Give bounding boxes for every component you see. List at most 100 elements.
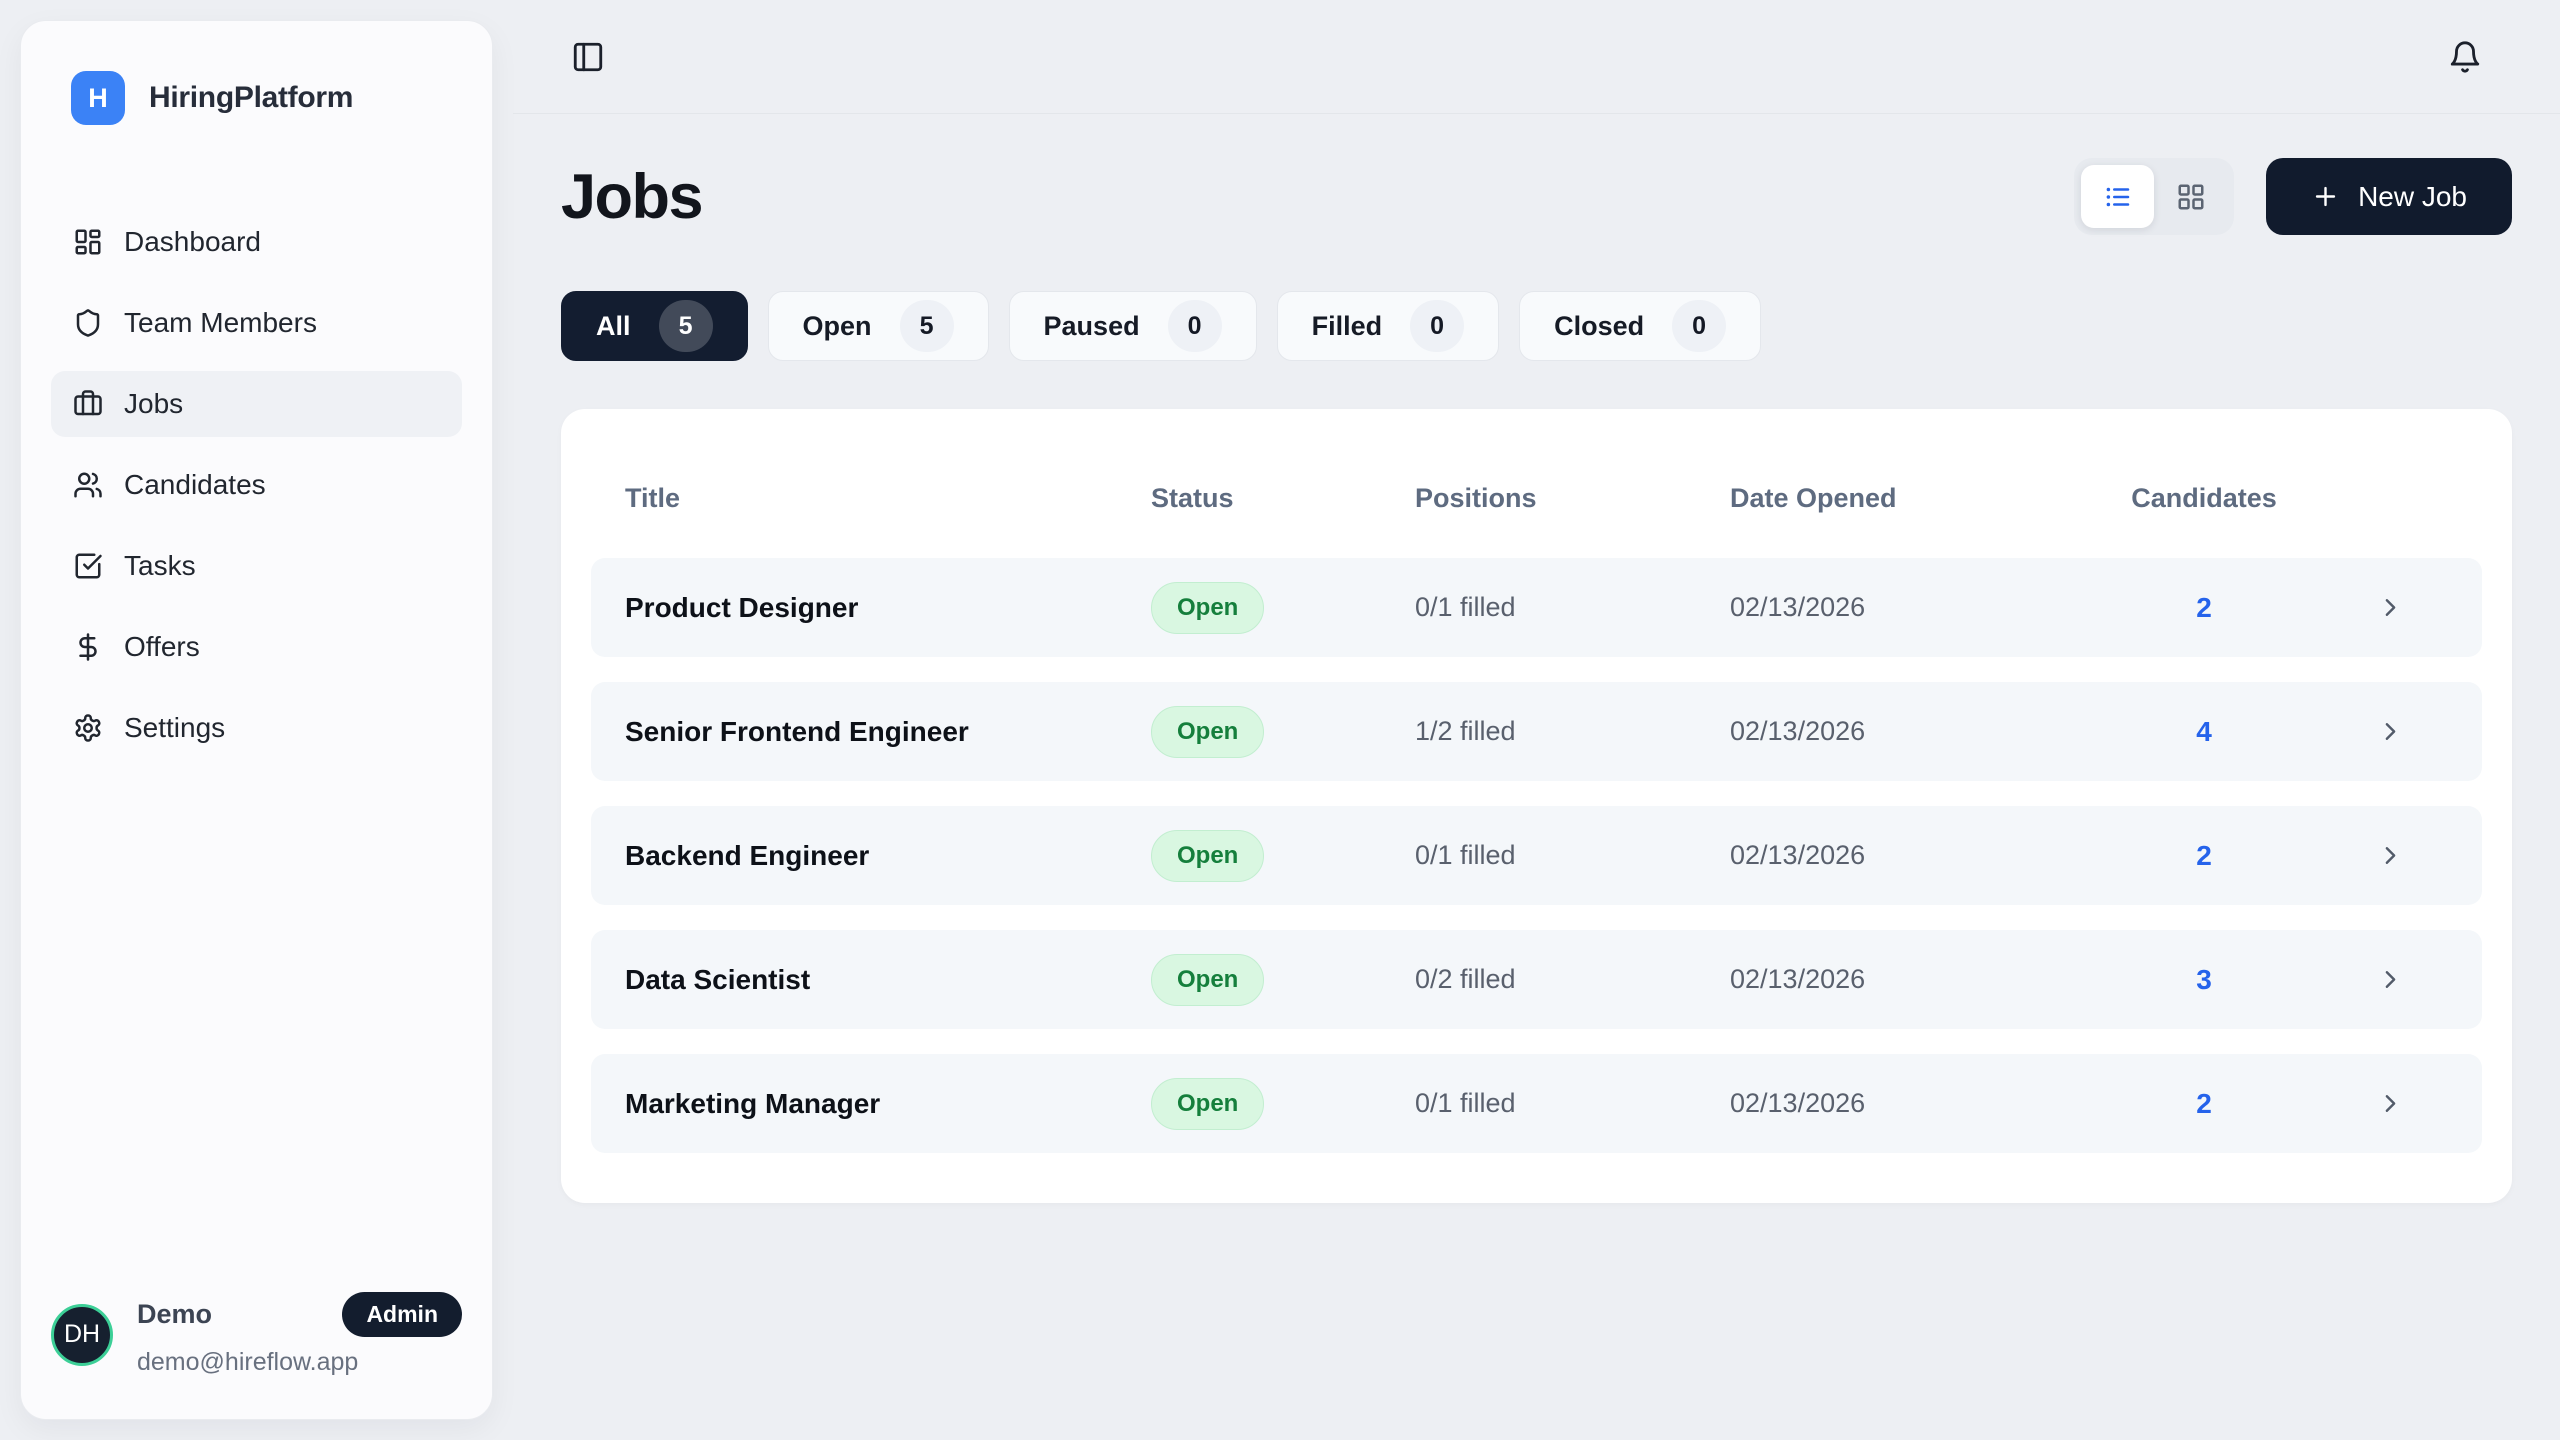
chevron-right-icon bbox=[2376, 841, 2405, 870]
list-icon bbox=[2103, 182, 2133, 212]
table-body: Product Designer Open 0/1 filled 02/13/2… bbox=[591, 558, 2482, 1153]
user-info: Demo Admin demo@hireflow.app bbox=[137, 1292, 462, 1377]
jobs-table-card: Title Status Positions Date Opened Candi… bbox=[561, 409, 2512, 1203]
brand-name: HiringPlatform bbox=[149, 81, 353, 115]
table-row[interactable]: Marketing Manager Open 0/1 filled 02/13/… bbox=[591, 1054, 2482, 1153]
filter-tab-open[interactable]: Open 5 bbox=[768, 291, 989, 361]
sidebar-item-offers[interactable]: Offers bbox=[51, 614, 462, 680]
table-row[interactable]: Backend Engineer Open 0/1 filled 02/13/2… bbox=[591, 806, 2482, 905]
filter-count-badge: 5 bbox=[900, 300, 954, 352]
dollar-sign-icon bbox=[73, 632, 103, 662]
filter-tab-all[interactable]: All 5 bbox=[561, 291, 748, 361]
column-status: Status bbox=[1151, 483, 1415, 514]
filter-label: Filled bbox=[1312, 311, 1383, 342]
column-title: Title bbox=[625, 483, 1151, 514]
job-title: Data Scientist bbox=[625, 964, 1151, 996]
column-positions: Positions bbox=[1415, 483, 1730, 514]
candidates-count-link[interactable]: 4 bbox=[2075, 716, 2333, 748]
page-title: Jobs bbox=[561, 161, 702, 233]
date-opened-cell: 02/13/2026 bbox=[1730, 716, 2075, 747]
date-opened-cell: 02/13/2026 bbox=[1730, 1088, 2075, 1119]
sidebar-item-candidates[interactable]: Candidates bbox=[51, 452, 462, 518]
brand-logo: H bbox=[71, 71, 125, 125]
view-toggle bbox=[2074, 158, 2234, 235]
filter-label: Paused bbox=[1044, 311, 1140, 342]
column-date-opened: Date Opened bbox=[1730, 483, 2075, 514]
status-filter-tabs: All 5 Open 5 Paused 0 Filled 0 Closed 0 bbox=[561, 291, 2512, 361]
filter-count-badge: 5 bbox=[659, 300, 713, 352]
chevron-right-icon bbox=[2376, 717, 2405, 746]
layout-grid-icon bbox=[2176, 182, 2206, 212]
date-opened-cell: 02/13/2026 bbox=[1730, 840, 2075, 871]
grid-view-button[interactable] bbox=[2154, 165, 2227, 228]
sidebar-item-jobs[interactable]: Jobs bbox=[51, 371, 462, 437]
main-content: Jobs New Job All 5 Ope bbox=[513, 114, 2560, 1440]
filter-tab-closed[interactable]: Closed 0 bbox=[1519, 291, 1761, 361]
filter-label: Open bbox=[803, 311, 872, 342]
sidebar: H HiringPlatform Dashboard Team Members … bbox=[20, 20, 493, 1420]
header-controls: New Job bbox=[2074, 158, 2512, 235]
plus-icon bbox=[2311, 182, 2340, 211]
positions-cell: 0/2 filled bbox=[1415, 964, 1730, 995]
bell-icon bbox=[2448, 40, 2482, 74]
sidebar-item-label: Dashboard bbox=[124, 226, 261, 258]
role-badge: Admin bbox=[342, 1292, 462, 1337]
sidebar-nav: Dashboard Team Members Jobs Candidates T… bbox=[51, 209, 462, 761]
sidebar-toggle-button[interactable] bbox=[571, 40, 605, 74]
positions-cell: 0/1 filled bbox=[1415, 1088, 1730, 1119]
user-card[interactable]: DH Demo Admin demo@hireflow.app bbox=[51, 1292, 462, 1377]
panel-left-icon bbox=[571, 40, 605, 74]
briefcase-icon bbox=[73, 389, 103, 419]
table-header-row: Title Status Positions Date Opened Candi… bbox=[591, 483, 2482, 514]
brand-initial: H bbox=[88, 83, 108, 114]
list-view-button[interactable] bbox=[2081, 165, 2154, 228]
status-badge: Open bbox=[1151, 954, 1264, 1006]
job-title: Senior Frontend Engineer bbox=[625, 716, 1151, 748]
job-title: Marketing Manager bbox=[625, 1088, 1151, 1120]
check-square-icon bbox=[73, 551, 103, 581]
filter-tab-paused[interactable]: Paused 0 bbox=[1009, 291, 1257, 361]
table-row[interactable]: Product Designer Open 0/1 filled 02/13/2… bbox=[591, 558, 2482, 657]
new-job-label: New Job bbox=[2358, 181, 2467, 213]
date-opened-cell: 02/13/2026 bbox=[1730, 964, 2075, 995]
chevron-right-icon bbox=[2376, 593, 2405, 622]
status-badge: Open bbox=[1151, 582, 1264, 634]
settings-icon bbox=[73, 713, 103, 743]
status-badge: Open bbox=[1151, 830, 1264, 882]
sidebar-item-dashboard[interactable]: Dashboard bbox=[51, 209, 462, 275]
sidebar-item-label: Team Members bbox=[124, 307, 317, 339]
topbar bbox=[513, 0, 2560, 114]
sidebar-item-label: Candidates bbox=[124, 469, 266, 501]
page-header: Jobs New Job bbox=[561, 158, 2512, 235]
avatar: DH bbox=[51, 1304, 113, 1366]
sidebar-item-label: Settings bbox=[124, 712, 225, 744]
date-opened-cell: 02/13/2026 bbox=[1730, 592, 2075, 623]
notifications-button[interactable] bbox=[2448, 40, 2482, 74]
layout-dashboard-icon bbox=[73, 227, 103, 257]
table-row[interactable]: Senior Frontend Engineer Open 1/2 filled… bbox=[591, 682, 2482, 781]
filter-count-badge: 0 bbox=[1168, 300, 1222, 352]
filter-label: All bbox=[596, 311, 631, 342]
table-row[interactable]: Data Scientist Open 0/2 filled 02/13/202… bbox=[591, 930, 2482, 1029]
filter-label: Closed bbox=[1554, 311, 1644, 342]
sidebar-item-team-members[interactable]: Team Members bbox=[51, 290, 462, 356]
new-job-button[interactable]: New Job bbox=[2266, 158, 2512, 235]
positions-cell: 0/1 filled bbox=[1415, 840, 1730, 871]
filter-count-badge: 0 bbox=[1410, 300, 1464, 352]
status-badge: Open bbox=[1151, 706, 1264, 758]
positions-cell: 0/1 filled bbox=[1415, 592, 1730, 623]
candidates-count-link[interactable]: 3 bbox=[2075, 964, 2333, 996]
filter-tab-filled[interactable]: Filled 0 bbox=[1277, 291, 1500, 361]
candidates-count-link[interactable]: 2 bbox=[2075, 592, 2333, 624]
sidebar-item-settings[interactable]: Settings bbox=[51, 695, 462, 761]
user-name: Demo bbox=[137, 1299, 212, 1330]
sidebar-item-tasks[interactable]: Tasks bbox=[51, 533, 462, 599]
candidates-count-link[interactable]: 2 bbox=[2075, 840, 2333, 872]
candidates-count-link[interactable]: 2 bbox=[2075, 1088, 2333, 1120]
filter-count-badge: 0 bbox=[1672, 300, 1726, 352]
job-title: Backend Engineer bbox=[625, 840, 1151, 872]
positions-cell: 1/2 filled bbox=[1415, 716, 1730, 747]
users-icon bbox=[73, 470, 103, 500]
user-email: demo@hireflow.app bbox=[137, 1348, 462, 1377]
sidebar-item-label: Offers bbox=[124, 631, 200, 663]
